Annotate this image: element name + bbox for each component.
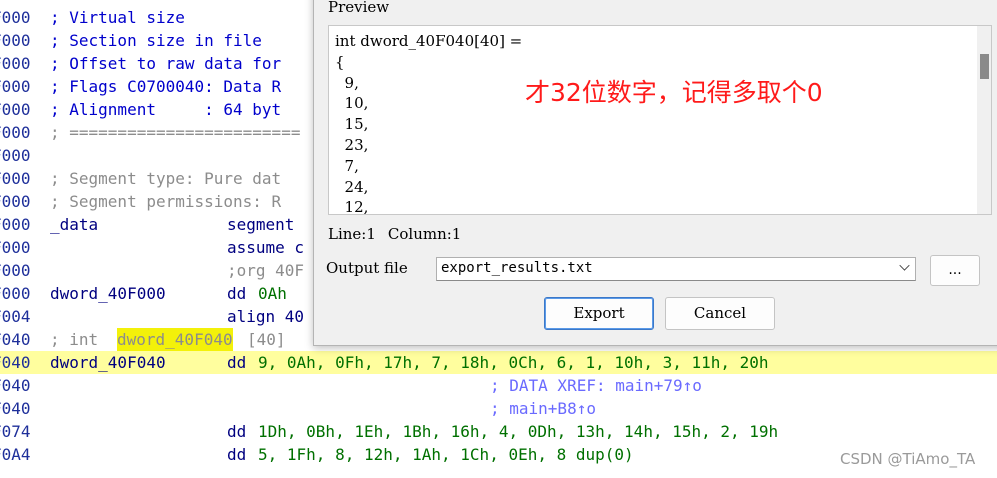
chevron-down-icon[interactable] [899, 260, 910, 271]
disasm-token: ; Virtual size [50, 8, 185, 27]
preview-code-line: 23, [335, 135, 369, 154]
disasm-token: dword_40F040 [50, 353, 166, 372]
disasm-address: F004 [0, 307, 31, 326]
disasm-token: dword_40F000 [50, 284, 166, 303]
disasm-token: ; ======================== [50, 123, 301, 142]
disasm-token: ; Offset to raw data for [50, 54, 282, 73]
disasm-token: 1Dh, 0Bh, 1Eh, 1Bh, 16h, 4, 0Dh, 13h, 14… [258, 422, 779, 441]
watermark: CSDN @TiAmo_TA [840, 450, 976, 468]
cancel-button[interactable]: Cancel [665, 297, 775, 330]
disasm-token: [40] [247, 330, 286, 349]
export-dialog: Preview int dword_40F040[40] = { 9, 10, 1… [313, 0, 997, 346]
preview-code-line: int dword_40F040[40] = [335, 32, 523, 50]
disasm-token: dword_40F040 [117, 328, 233, 351]
disasm-token: assume c [227, 238, 305, 257]
disasm-token: 0Ah [258, 284, 287, 303]
disasm-token: ; DATA XREF: main+79↑o [490, 376, 702, 395]
status-line: Line:1 [328, 225, 376, 243]
disasm-address: F000 [0, 31, 31, 50]
disasm-token: ; int [50, 330, 108, 349]
disasm-token: ; Flags C0700040: Data R [50, 77, 282, 96]
preview-code-line: 24, [335, 177, 369, 196]
disasm-address: F040 [0, 353, 31, 372]
disasm-address: F0A4 [0, 445, 31, 464]
disasm-line[interactable]: F040 ; DATA XREF: main+79↑o [0, 374, 997, 397]
disasm-address: F074 [0, 422, 31, 441]
disasm-token: dd [227, 353, 256, 372]
preview-code-line: 15, [335, 115, 369, 134]
disasm-address: F000 [0, 169, 31, 188]
preview-code-line: 10, [335, 94, 369, 113]
disasm-line[interactable]: F040 ; main+B8↑o [0, 397, 997, 420]
disasm-address: F040 [0, 399, 31, 418]
preview-label: Preview [328, 0, 390, 16]
disasm-line[interactable]: F040 dword_40F040 dd 9, 0Ah, 0Fh, 17h, 7, … [0, 351, 997, 374]
output-file-combobox[interactable]: export_results.txt [436, 257, 916, 281]
disasm-token: ; Segment type: Pure dat [50, 169, 282, 188]
preview-text-area[interactable]: int dword_40F040[40] = { 9, 10, 15, 23, 7… [328, 25, 992, 215]
disasm-address: F000 [0, 54, 31, 73]
status-column: Column:1 [387, 225, 462, 243]
disasm-token: ;org 40F [227, 261, 305, 280]
disasm-address: F040 [0, 376, 31, 395]
preview-scrollbar[interactable] [977, 26, 991, 214]
output-file-value: export_results.txt [441, 260, 593, 276]
preview-code-line: { [335, 52, 345, 71]
cursor-status: Line:1 Column:1 [328, 225, 473, 243]
disasm-address: F000 [0, 123, 31, 142]
disasm-address: F000 [0, 100, 31, 119]
disasm-token: ; Section size in file [50, 31, 262, 50]
disasm-address: F000 [0, 8, 31, 27]
disasm-address: F000 [0, 284, 31, 303]
preview-code-line: 7, [335, 156, 359, 175]
scrollbar-thumb[interactable] [980, 54, 989, 79]
disasm-token: 9, 0Ah, 0Fh, 17h, 7, 18h, 0Ch, 6, 1, 10h… [258, 353, 769, 372]
output-file-label: Output file [326, 259, 408, 277]
disasm-token: align 40 [227, 307, 305, 326]
disasm-token: 5, 1Fh, 8, 12h, 1Ah, 1Ch, 0Eh, 8 dup(0) [258, 445, 634, 464]
preview-code: int dword_40F040[40] = { 9, 10, 15, 23, 7… [335, 31, 523, 215]
preview-code-line: 9, [335, 73, 359, 92]
disasm-address: F000 [0, 77, 31, 96]
disasm-address: F040 [0, 330, 31, 349]
disasm-address: F000 [0, 215, 31, 234]
preview-code-line: 12, [335, 198, 369, 215]
disasm-token: ; Alignment : 64 byt [50, 100, 282, 119]
disasm-line[interactable]: F074 dd 1Dh, 0Bh, 1Eh, 1Bh, 16h, 4, 0Dh, … [0, 420, 997, 443]
disasm-token: dd [227, 422, 256, 441]
disasm-token: _data [50, 215, 99, 234]
export-button[interactable]: Export [544, 297, 654, 330]
disasm-address: F000 [0, 261, 31, 280]
disasm-address: F000 [0, 146, 31, 165]
disasm-token: ; Segment permissions: R [50, 192, 282, 211]
disasm-token: dd [227, 284, 256, 303]
disasm-address: F000 [0, 238, 31, 257]
disasm-token: segment [227, 215, 295, 234]
disasm-address: F000 [0, 192, 31, 211]
annotation-text: 才32位数字，记得多取个0 [525, 78, 823, 107]
browse-button[interactable]: ... [930, 255, 980, 286]
disasm-token: ; main+B8↑o [490, 399, 596, 418]
disasm-token: dd [227, 445, 256, 464]
